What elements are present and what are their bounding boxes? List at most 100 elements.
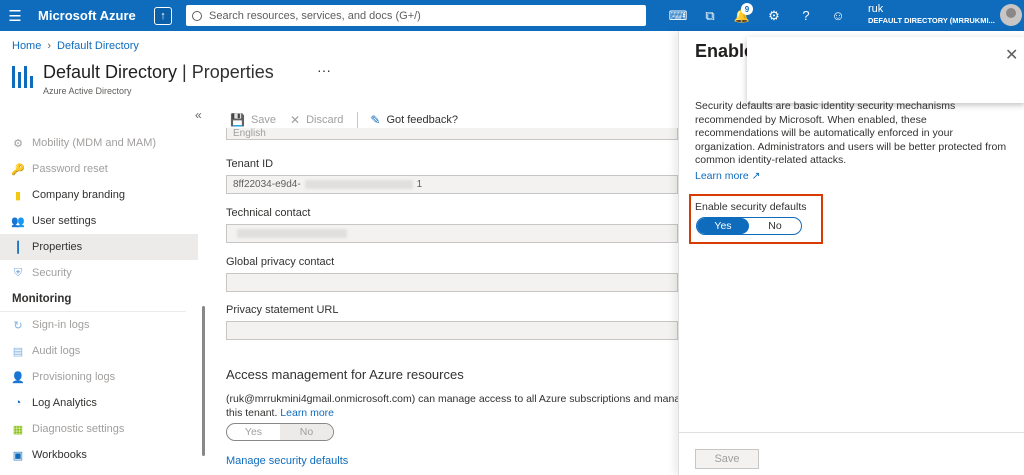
sidebar-item-label: Sign-in logs [32,319,90,331]
sidebar-item-diagnostic-settings[interactable]: ▦ Diagnostic settings [0,416,198,442]
sidebar-item-sign-in-logs[interactable]: ↻ Sign-in logs [0,312,198,338]
page-title-sep: | [177,62,192,82]
collapse-sidebar-icon[interactable]: « [195,108,202,122]
page-title-section: Properties [191,62,274,82]
sidebar-item-label: Workbooks [32,449,87,461]
sidebar-section-monitoring: Monitoring [0,286,186,312]
top-bar: ☰ Microsoft Azure ↑ Search resources, se… [0,0,1024,31]
search-input[interactable]: Search resources, services, and docs (G+… [186,5,646,26]
sidebar-item-password-reset[interactable]: 🔑 Password reset [0,156,198,182]
sidebar-item-provisioning-logs[interactable]: 👤 Provisioning logs [0,364,198,390]
upgrade-icon[interactable]: ↑ [154,6,172,25]
privacy-statement-url-field[interactable] [226,321,678,340]
technical-contact-label: Technical contact [226,207,311,219]
access-management-text: (ruk@mrrukmini4gmail.onmicrosoft.com) ca… [226,392,678,420]
sidebar-item-label: Audit logs [32,345,81,357]
more-options-icon[interactable]: ··· [317,62,331,78]
sidebar-item-label: Password reset [32,163,108,175]
panel-description: Security defaults are basic identity sec… [695,100,1007,166]
toggle-yes-option[interactable]: Yes [697,218,749,234]
top-bar-icons: ⌨ ⧉ 🔔 9 ⚙ ? ☺ [662,0,854,31]
gear-icon[interactable]: ⚙ [758,0,790,31]
search-placeholder: Search resources, services, and docs (G+… [209,9,421,22]
toggle-no-option[interactable]: No [280,424,333,440]
sidebar-item-audit-logs[interactable]: ▤ Audit logs [0,338,198,364]
page-title: Default Directory | Properties [43,62,274,83]
sidebar-item-log-analytics[interactable]: ◔ Log Analytics [0,390,198,416]
enable-security-defaults-label: Enable security defaults [695,201,807,213]
save-icon: 💾 [230,113,245,127]
sidebar-item-label: Log Analytics [32,397,97,409]
panel-learn-more-link[interactable]: Learn more ↗ [695,170,760,182]
account-info[interactable]: ruk DEFAULT DIRECTORY (MRRUKMI... [868,4,995,26]
toggle-no-option[interactable]: No [749,218,801,234]
panel-divider [679,432,1024,433]
sidebar-item-label: Provisioning logs [32,371,116,383]
access-management-title: Access management for Azure resources [226,367,464,382]
shield-icon: ⛨ [13,266,23,279]
directory-filter-icon[interactable]: ⧉ [694,0,726,31]
sidebar-scrollbar[interactable] [202,306,205,456]
toggle-yes-option[interactable]: Yes [227,424,280,440]
feedback-icon: ✎ [370,113,381,127]
sidebar-item-label: Company branding [32,189,125,201]
help-icon[interactable]: ? [790,0,822,31]
sidebar-item-label: Security [32,267,72,279]
breadcrumb-current[interactable]: Default Directory [57,40,139,52]
menu-icon[interactable]: ☰ [0,0,30,31]
log-analytics-icon: ◔ [14,397,22,409]
feedback-icon[interactable]: ☺ [822,0,854,31]
toolbar-divider [357,112,359,128]
breadcrumb-separator-icon: › [47,40,52,52]
tenant-id-label: Tenant ID [226,158,274,170]
sidebar-item-properties[interactable]: ┃ Properties [0,234,198,260]
close-icon: ✕ [290,113,301,127]
sidebar-item-security[interactable]: ⛨ Security [0,260,198,286]
panel-title: Enable [695,41,755,61]
tenant-id-suffix: 1 [416,179,423,190]
cloud-shell-icon[interactable]: ⌨ [662,0,694,31]
enable-security-defaults-toggle[interactable]: Yes No [696,217,802,235]
language-field[interactable]: English [226,128,678,140]
tenant-id-prefix: 8ff22034-e9d4- [233,179,301,190]
key-icon: 🔑 [11,163,25,176]
sidebar-item-workbooks[interactable]: ▣ Workbooks [0,442,198,468]
overlay-box [747,37,1024,103]
audit-logs-icon: ▤ [12,345,24,358]
access-management-toggle[interactable]: Yes No [226,423,334,441]
learn-more-link[interactable]: Learn more [280,407,334,419]
branding-icon: ▮ [14,189,22,202]
sidebar-item-company-branding[interactable]: ▮ Company branding [0,182,198,208]
avatar[interactable] [1000,4,1022,26]
sidebar-item-label: Mobility (MDM and MAM) [32,137,157,149]
sidebar-item-label: Diagnostic settings [32,423,125,435]
access-text-tenant: this tenant. [226,407,281,419]
access-text-line2: this tenant. Learn more [226,406,678,420]
panel-save-button[interactable]: Save [695,449,759,469]
notifications-icon[interactable]: 🔔 9 [726,0,758,31]
global-privacy-contact-label: Global privacy contact [226,256,335,268]
close-icon[interactable]: ✕ [1005,45,1018,65]
feedback-button[interactable]: ✎ Got feedback? [370,113,458,127]
sidebar-item-label: User settings [32,215,97,227]
privacy-statement-url-label: Privacy statement URL [226,304,339,316]
sidebar-item-user-settings[interactable]: 👥 User settings [0,208,198,234]
security-defaults-panel: Enable ✕ Security defaults are basic ide… [678,31,1024,475]
save-button[interactable]: 💾 Save [230,113,276,127]
manage-security-defaults-link[interactable]: Manage security defaults [226,455,348,467]
user-settings-icon: 👥 [11,215,25,228]
breadcrumb-home[interactable]: Home [12,40,41,52]
global-privacy-contact-field[interactable] [226,273,678,292]
discard-button[interactable]: ✕ Discard [290,113,343,127]
brand-title[interactable]: Microsoft Azure [38,8,150,23]
discard-label: Discard [306,114,344,126]
language-value: English [233,128,266,139]
technical-contact-field[interactable] [226,224,678,243]
redacted-text [304,180,413,189]
sidebar-item-label: Properties [32,241,83,253]
redacted-text [237,229,347,238]
notification-badge: 9 [741,3,753,15]
tenant-id-field[interactable]: 8ff22034-e9d4- 1 [226,175,678,194]
sidebar-item-mobility[interactable]: ⚙ Mobility (MDM and MAM) [0,130,198,156]
provisioning-logs-icon: 👤 [11,371,25,384]
